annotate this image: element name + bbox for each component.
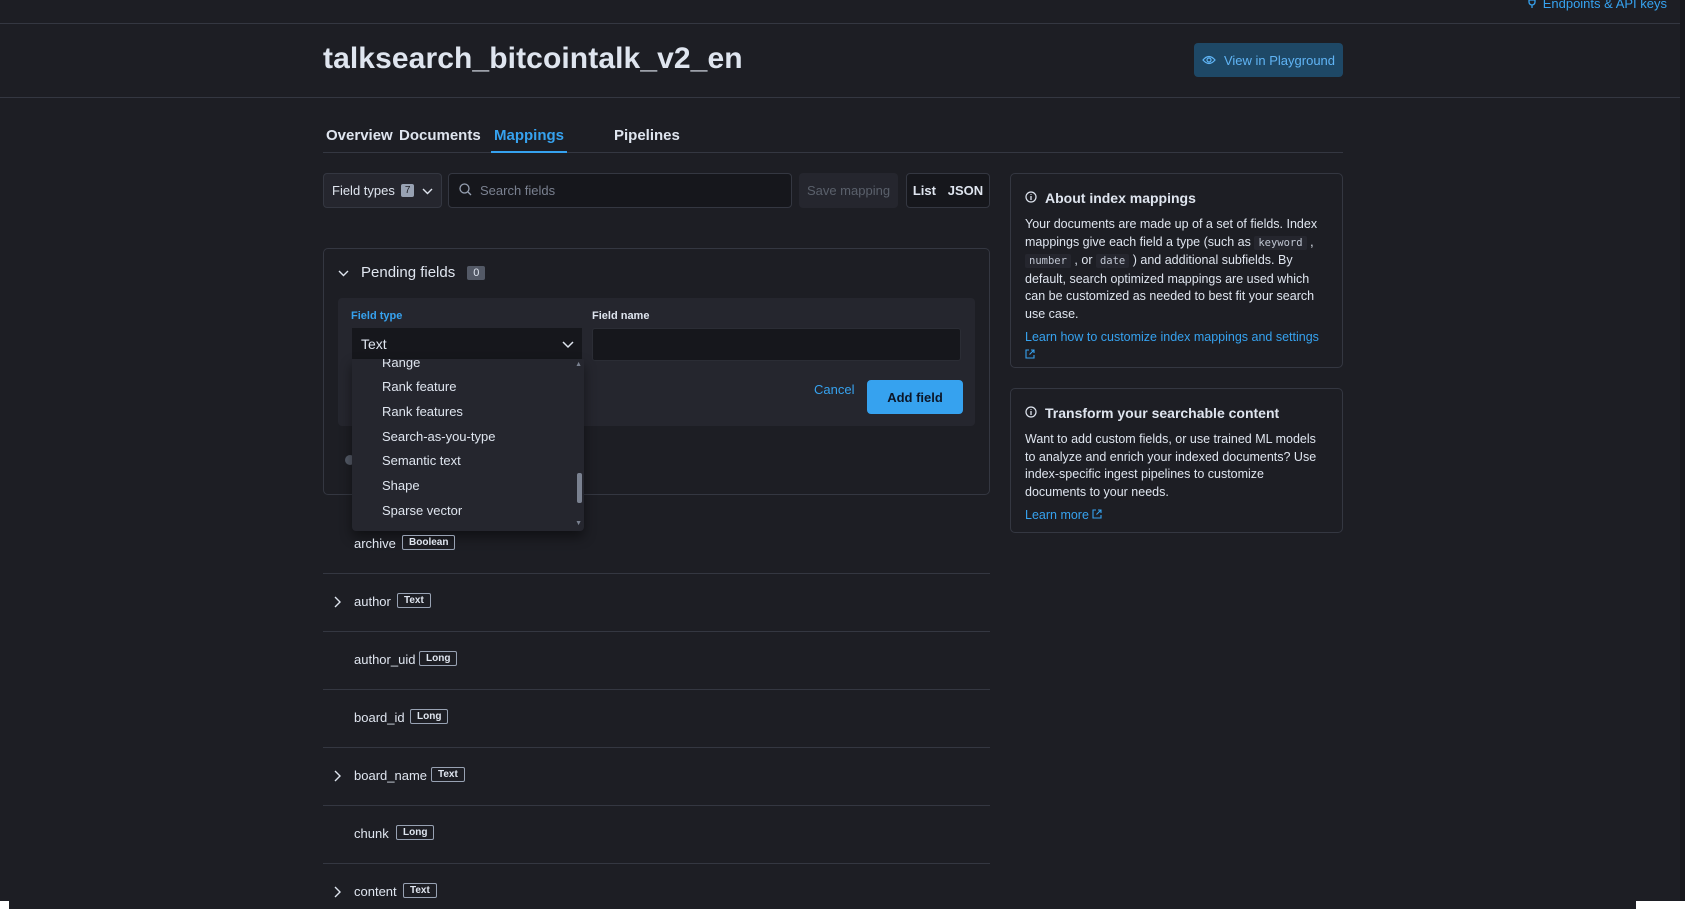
chevron-right-icon[interactable] [334,595,341,611]
chevron-down-icon [562,336,574,352]
view-toggle: List JSON [906,173,990,208]
field-type-badge: Text [403,883,437,898]
field-name: board_name [354,768,427,783]
transform-title-text: Transform your searchable content [1045,405,1280,421]
transform-description: Want to add custom fields, or use traine… [1025,432,1317,499]
transform-title: Transform your searchable content [1025,405,1328,421]
field-row[interactable]: chunk Long [323,806,990,864]
option-search-as-you-type[interactable]: Search-as-you-type [382,429,495,444]
field-row[interactable]: author_uid Long [323,632,990,690]
screen-corner [0,901,9,909]
page-title: talksearch_bitcointalk_v2_en [323,42,743,75]
cancel-button[interactable]: Cancel [814,382,854,397]
search-icon [459,182,472,199]
field-types-filter[interactable]: Field types 7 [323,173,442,208]
about-title: About index mappings [1025,190,1328,206]
field-types-count-badge: 7 [400,184,415,197]
field-type-badge: Boolean [402,535,456,550]
field-type-label: Field type [351,310,403,322]
endpoints-link[interactable]: Endpoints & API keys [1527,0,1667,11]
list-view-button[interactable]: List [913,183,936,198]
option-range[interactable]: Range [382,359,420,370]
pending-fields-toggle[interactable]: Pending fields 0 [338,264,486,281]
field-name: archive [354,536,396,551]
chevron-right-icon[interactable] [334,885,341,901]
code-date: date [1095,254,1130,268]
page-header: talksearch_bitcointalk_v2_en View in Pla… [0,24,1685,98]
about-title-text: About index mappings [1045,190,1196,206]
tab-bar: Overview Documents Mappings Pipelines [323,124,1343,153]
field-type-select[interactable]: Text [352,328,582,361]
eye-icon [1202,53,1216,68]
json-view-button[interactable]: JSON [948,183,983,198]
pending-count-badge: 0 [467,265,486,280]
field-type-badge: Long [419,651,458,666]
search-fields-input[interactable] [480,183,770,198]
field-type-options-list: Range Rank feature Rank features Search-… [352,359,584,531]
field-name: content [354,884,397,899]
add-field-button[interactable]: Add field [867,380,963,414]
tab-overview[interactable]: Overview [326,127,393,144]
external-link-icon [1092,508,1102,522]
field-name: chunk [354,826,389,841]
save-mapping-button[interactable]: Save mapping [799,173,898,208]
learn-more-link[interactable]: Learn more [1025,507,1328,525]
field-name: author [354,594,391,609]
learn-customize-link[interactable]: Learn how to customize index mappings an… [1025,329,1328,364]
screen-corner [1636,901,1685,909]
transform-content-card: Transform your searchable content Want t… [1010,388,1343,533]
tab-pipelines[interactable]: Pipelines [614,127,680,144]
field-row[interactable]: author Text [323,574,990,632]
learn-customize-label: Learn how to customize index mappings an… [1025,330,1319,344]
field-name-label: Field name [592,310,650,322]
field-row[interactable]: content Text [323,864,990,909]
learn-more-label: Learn more [1025,508,1089,522]
chevron-down-icon [422,183,433,198]
info-icon [1025,190,1037,206]
search-fields-box [448,173,792,208]
tab-mappings[interactable]: Mappings [491,127,567,153]
field-type-badge: Text [397,593,431,608]
playground-label: View in Playground [1223,52,1336,68]
about-description: Your documents are made up of a set of f… [1025,216,1328,323]
scroll-up-icon[interactable]: ▲ [575,361,582,368]
option-semantic-text[interactable]: Semantic text [382,453,461,468]
about-sep-1: , [1310,234,1314,249]
field-type-badge: Long [396,825,435,840]
external-link-icon [1025,348,1035,362]
option-rank-feature[interactable]: Rank feature [382,379,456,394]
view-in-playground-button[interactable]: View in Playground [1194,43,1343,77]
field-types-label: Field types [332,183,395,198]
endpoints-label: Endpoints & API keys [1542,0,1667,11]
field-name-input[interactable] [592,328,961,361]
option-rank-features[interactable]: Rank features [382,404,463,419]
field-row[interactable]: board_id Long [323,690,990,748]
field-name: board_id [354,710,405,725]
chevron-right-icon[interactable] [334,769,341,785]
window-edge [1680,0,1685,909]
option-shape[interactable]: Shape [382,478,420,493]
field-type-badge: Text [431,767,465,782]
chevron-down-icon [338,264,349,281]
top-bar: Endpoints & API keys [0,0,1685,24]
dropdown-scrollbar[interactable] [577,473,582,503]
about-index-mappings-card: About index mappings Your documents are … [1010,173,1343,368]
field-type-value: Text [361,335,387,352]
field-row[interactable]: board_name Text [323,748,990,806]
field-type-badge: Long [410,709,449,724]
code-number: number [1025,254,1071,268]
field-row[interactable]: archive Boolean [323,516,990,574]
pending-fields-title: Pending fields [361,264,456,281]
info-icon [1025,405,1037,421]
code-keyword: keyword [1254,235,1307,250]
tab-documents[interactable]: Documents [399,127,481,144]
plug-icon [1527,0,1537,11]
about-sep-2: , or [1074,253,1093,267]
field-name: author_uid [354,652,416,667]
